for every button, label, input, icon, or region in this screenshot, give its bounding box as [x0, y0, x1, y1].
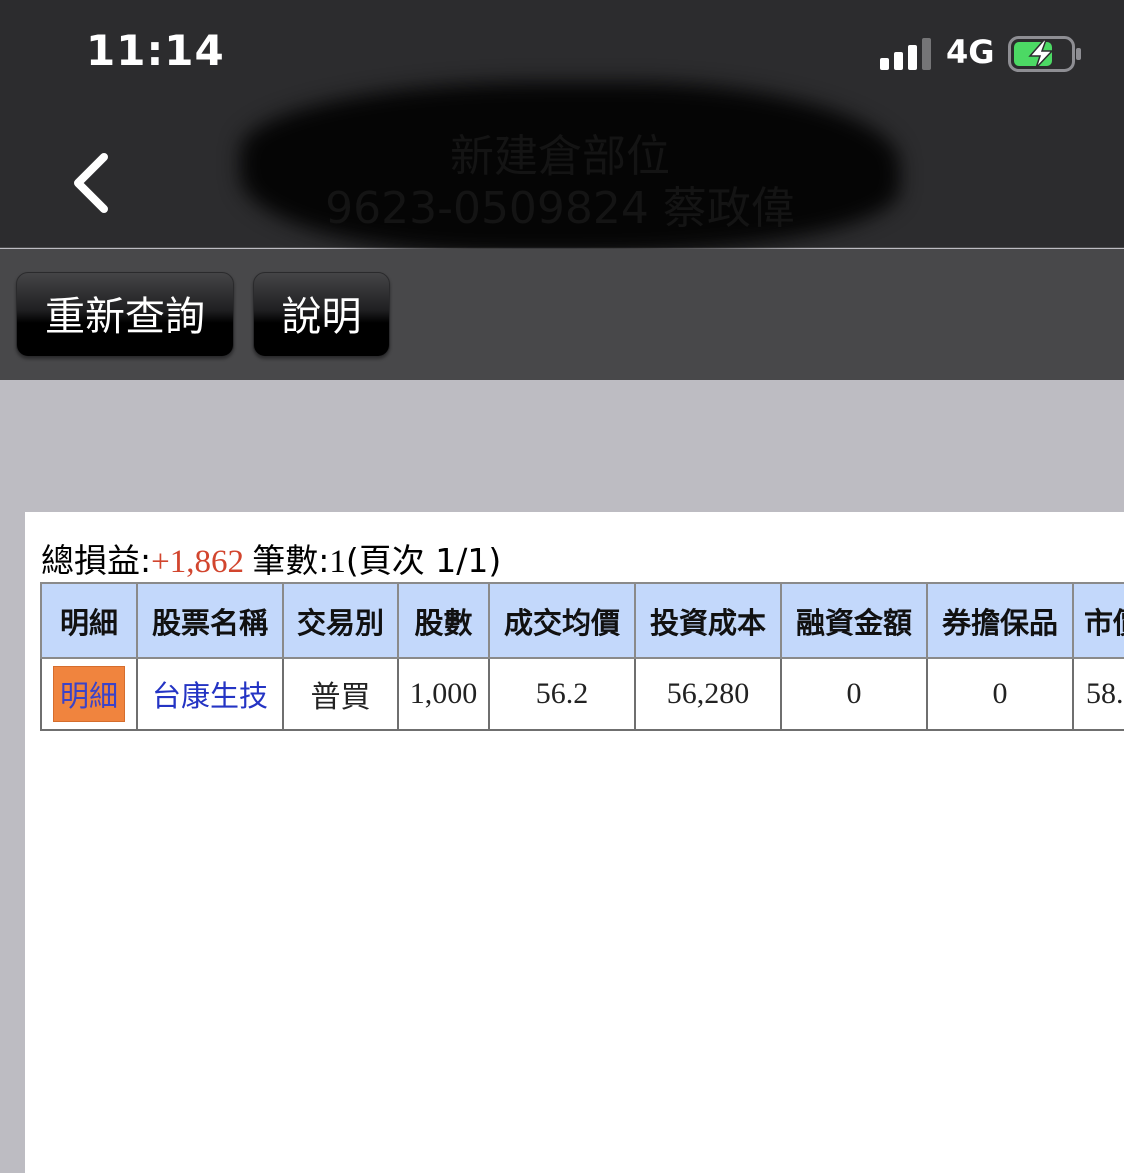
content-panel: 總損益:+1,862 筆數:1(頁次 1/1) 明細 股票名稱 交易別 股數 成…: [25, 512, 1124, 1173]
page-indicator: (頁次 1/1): [345, 541, 502, 580]
col-header-avg-price: 成交均價: [488, 582, 636, 659]
cell-avg-price: 56.2: [488, 657, 636, 731]
page-title-area: 新建倉部位 9623-0509824 蔡政偉: [240, 70, 920, 260]
summary-line: 總損益:+1,862 筆數:1(頁次 1/1): [41, 534, 501, 582]
chevron-left-icon: [74, 153, 108, 213]
battery-charging-icon: [1008, 36, 1081, 72]
cell-detail: 明細: [40, 657, 138, 731]
col-header-trade-type: 交易別: [282, 582, 399, 659]
cellular-signal-icon: [880, 38, 932, 70]
status-time: 11:14: [86, 26, 225, 75]
cell-cost: 56,280: [634, 657, 782, 731]
col-header-margin-amount: 融資金額: [780, 582, 928, 659]
table-row: 明細 台康生技 普買 1,000 56.2 56,280 0 0 58.: [40, 657, 1124, 731]
table-header-row: 明細 股票名稱 交易別 股數 成交均價 投資成本 融資金額 券擔保品 市價: [40, 582, 1124, 659]
col-header-stock-name: 股票名稱: [136, 582, 284, 659]
stock-name-link[interactable]: 台康生技: [152, 679, 268, 713]
cell-trade-type: 普買: [282, 657, 399, 731]
count-value: 1: [329, 544, 346, 580]
requery-button[interactable]: 重新查詢: [16, 272, 234, 357]
nav-header: 11:14 4G 新建倉部位 9623-0509824 蔡政偉: [0, 0, 1124, 254]
col-header-collateral: 券擔保品: [926, 582, 1074, 659]
back-button[interactable]: [60, 148, 120, 218]
positions-table: 明細 股票名稱 交易別 股數 成交均價 投資成本 融資金額 券擔保品 市價 明細…: [40, 582, 1124, 731]
detail-button[interactable]: 明細: [52, 666, 125, 722]
toolbar: 重新查詢 說明: [0, 249, 1124, 380]
count-label: 筆數:: [252, 541, 330, 580]
col-header-detail: 明細: [40, 582, 138, 659]
cell-market-price: 58.: [1072, 657, 1124, 731]
network-type: 4G: [946, 33, 995, 71]
total-pl-value: +1,862: [151, 544, 244, 580]
cell-stock-name: 台康生技: [136, 657, 284, 731]
help-button[interactable]: 說明: [253, 272, 390, 357]
total-pl-label: 總損益:: [41, 541, 152, 580]
col-header-market-price: 市價: [1072, 582, 1124, 659]
col-header-cost: 投資成本: [634, 582, 782, 659]
cell-shares: 1,000: [397, 657, 490, 731]
account-subtitle: 9623-0509824 蔡政偉: [325, 183, 795, 234]
cell-margin-amount: 0: [780, 657, 928, 731]
col-header-shares: 股數: [397, 582, 490, 659]
cell-collateral: 0: [926, 657, 1074, 731]
